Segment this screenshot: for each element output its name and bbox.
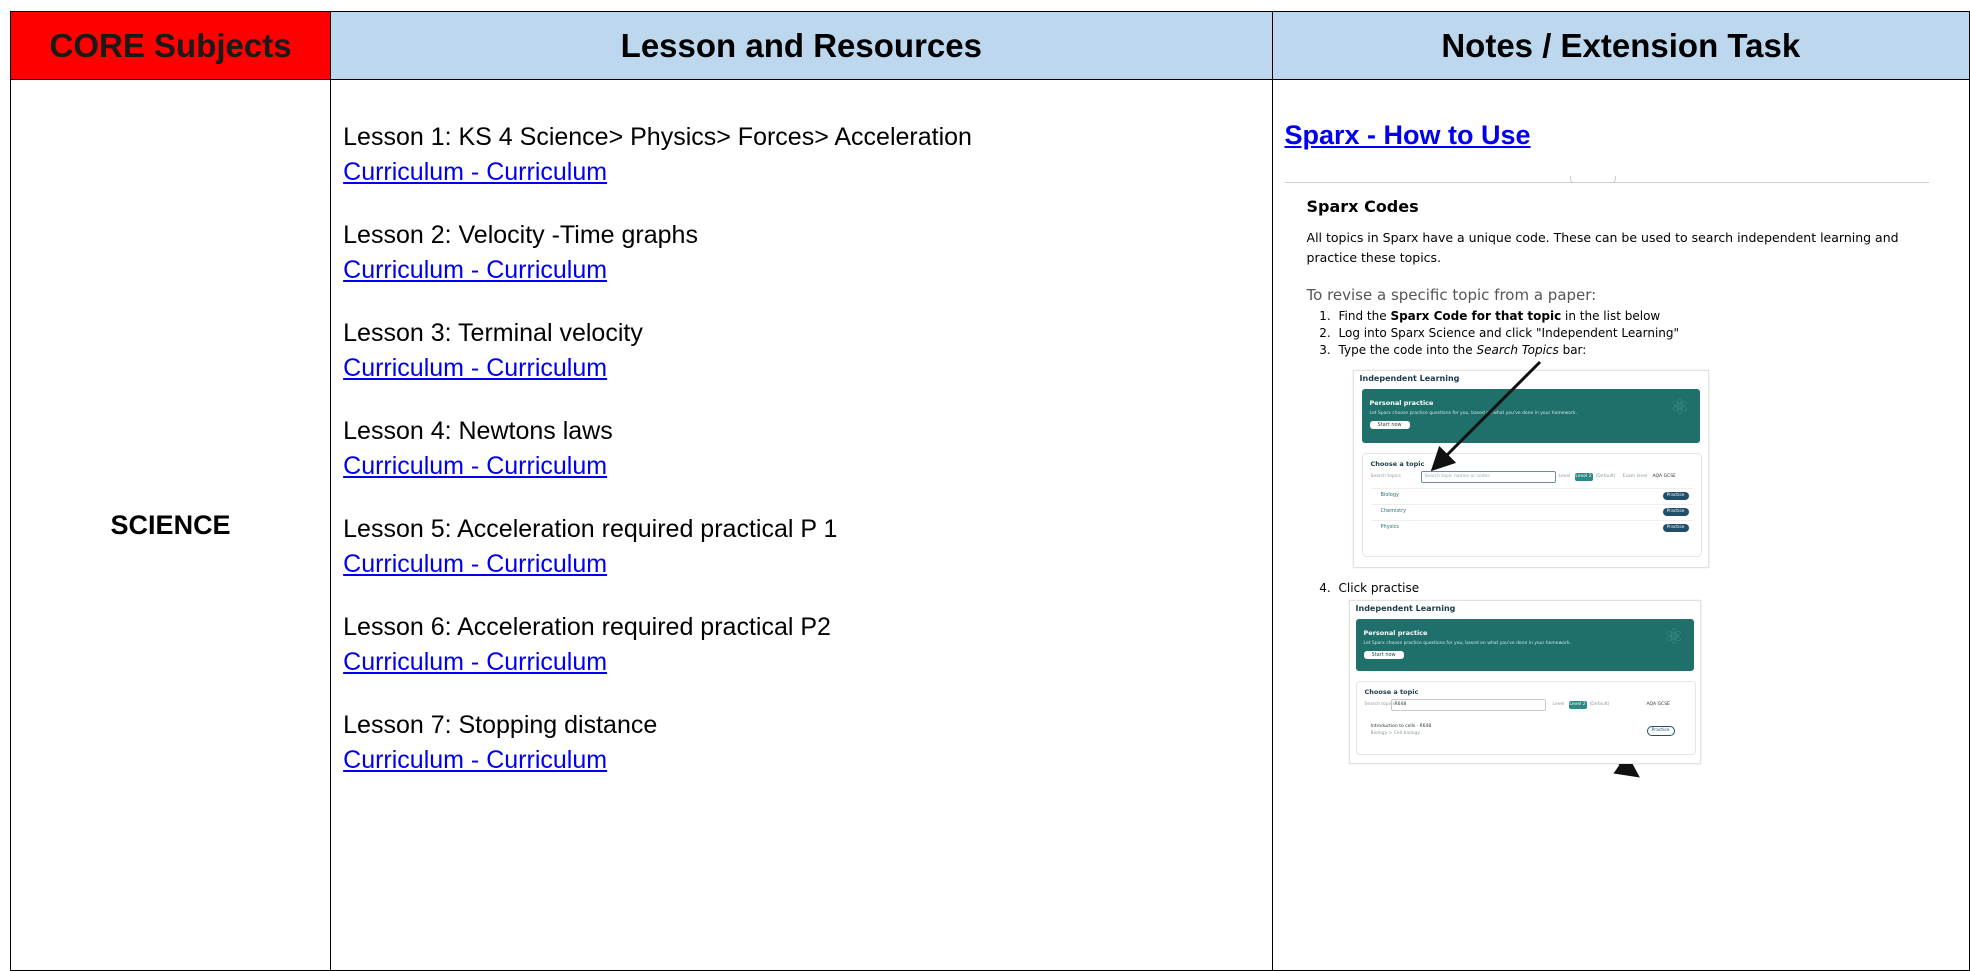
search-topics-input[interactable]: R648 (1390, 699, 1546, 711)
lesson-title: Lesson 3: Terminal velocity (343, 319, 643, 347)
curriculum-link[interactable]: Curriculum - Curriculum (343, 256, 607, 284)
atom-icon: ⚛ (1663, 625, 1684, 650)
header-lesson-resources: Lesson and Resources (330, 11, 1273, 80)
curriculum-link[interactable]: Curriculum - Curriculum (343, 550, 607, 578)
notes-cell: Sparx - How to Use Sparx Codes All topic… (1271, 79, 1970, 971)
lesson-title: Lesson 7: Stopping distance (343, 711, 658, 739)
lesson-title: Lesson 5: Acceleration required practica… (343, 515, 838, 543)
subject-cell: SCIENCE (9, 79, 332, 971)
lesson-title: Lesson 2: Velocity -Time graphs (343, 221, 698, 249)
lesson-5: Lesson 5: Acceleration required practica… (343, 512, 1271, 582)
lesson-title: Lesson 4: Newtons laws (343, 417, 613, 445)
curriculum-link[interactable]: Curriculum - Curriculum (343, 158, 607, 186)
lesson-6: Lesson 6: Acceleration required practica… (343, 610, 1271, 680)
lesson-7: Lesson 7: Stopping distance Curriculum -… (343, 708, 1271, 778)
steps-list-2: Click practise (1307, 580, 1420, 597)
choose-topic-box: Choose a topic Search topics R648 Level … (1355, 681, 1696, 755)
lesson-table: CORE Subjects Lesson and Resources Notes… (9, 11, 1970, 971)
step-4: Click practise (1335, 580, 1420, 597)
lesson-title: Lesson 6: Acceleration required practica… (343, 613, 831, 641)
sparx-how-to-use-link[interactable]: Sparx - How to Use (1285, 120, 1531, 151)
independent-learning-panel-2: Independent Learning Personal practice L… (1348, 600, 1701, 764)
practise-button[interactable]: Practise (1646, 726, 1675, 736)
lesson-title: Lesson 1: KS 4 Science> Physics> Forces>… (343, 123, 972, 151)
lesson-1: Lesson 1: KS 4 Science> Physics> Forces>… (343, 120, 1271, 190)
curriculum-link[interactable]: Curriculum - Curriculum (343, 648, 607, 676)
header-notes-extension: Notes / Extension Task (1271, 11, 1970, 80)
arrow-to-search-icon (1430, 360, 1640, 778)
sparx-screenshot: Sparx Codes All topics in Sparx have a u… (1284, 176, 1929, 902)
personal-practice-banner: Personal practice Let Sparx choose pract… (1355, 619, 1694, 671)
lesson-3: Lesson 3: Terminal velocity Curriculum -… (343, 316, 1271, 386)
lessons-cell: Lesson 1: KS 4 Science> Physics> Forces>… (330, 79, 1273, 971)
curriculum-link[interactable]: Curriculum - Curriculum (343, 746, 607, 774)
result-name: Introduction to cells · R648 (1370, 724, 1432, 729)
header-core-subjects: CORE Subjects (9, 11, 332, 80)
curriculum-link[interactable]: Curriculum - Curriculum (343, 354, 607, 382)
lesson-2: Lesson 2: Velocity -Time graphs Curricul… (343, 218, 1271, 288)
lesson-4: Lesson 4: Newtons laws Curriculum - Curr… (343, 414, 1271, 484)
panel-title: Independent Learning (1355, 604, 1456, 613)
start-now-button[interactable]: Start now (1363, 651, 1404, 659)
curriculum-link[interactable]: Curriculum - Curriculum (343, 452, 607, 480)
